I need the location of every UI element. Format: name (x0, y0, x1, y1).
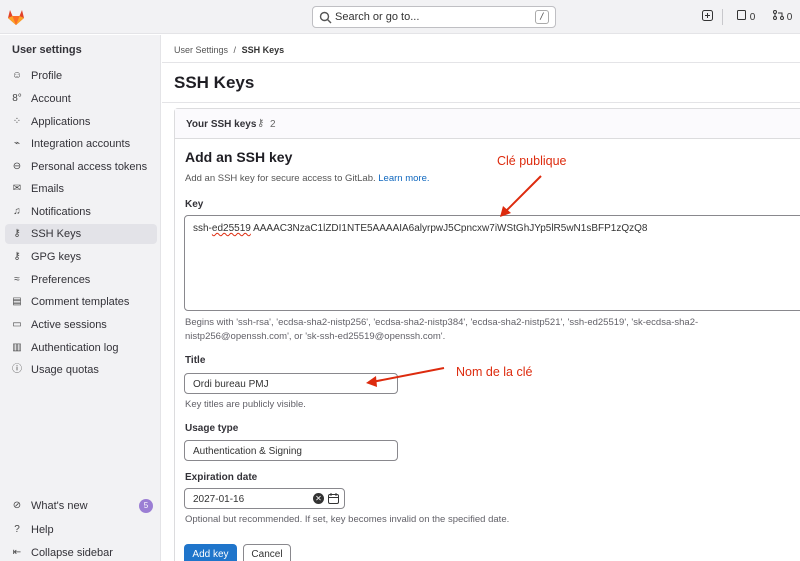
merge-requests-count: 0 (786, 12, 793, 23)
title-help-text: Key titles are publicly visible. (185, 399, 306, 410)
applications-icon: ⁘ (12, 116, 22, 127)
help-icon: ? (14, 524, 20, 535)
expiration-date-label: Expiration date (185, 472, 258, 483)
plus-square-icon (702, 10, 713, 21)
ssh-keys-count: 2 (270, 119, 276, 130)
collapse-icon: ⇤ (12, 547, 22, 558)
comment-icon: ▤ (12, 296, 22, 307)
add-ssh-key-heading: Add an SSH key (185, 149, 293, 165)
sidebar-item-usage-quotas[interactable]: ⓘ Usage quotas (5, 360, 157, 380)
sidebar-item-comment-templates[interactable]: ▤ Comment templates (5, 292, 157, 312)
sidebar-item-active-sessions[interactable]: ▭ Active sessions (5, 315, 157, 335)
monitor-icon: ▭ (12, 319, 22, 330)
annotation-key-name: Nom de la clé (456, 365, 533, 379)
key-icon: ⚷ (13, 251, 21, 262)
info-icon: ⓘ (12, 364, 22, 375)
token-icon: ⊖ (12, 161, 22, 172)
search-placeholder: Search or go to... (335, 11, 420, 23)
account-icon: 8° (12, 93, 22, 104)
search-icon (319, 11, 332, 24)
bell-icon: ♫ (13, 206, 21, 217)
key-value: ssh-ed25519 AAAAC3NzaC1lZDI1NTE5AAAAIA6a… (193, 223, 648, 234)
sidebar-help[interactable]: ? Help (5, 520, 157, 540)
key-icon: ⚷ (13, 228, 21, 239)
breadcrumb-current[interactable]: SSH Keys (242, 45, 285, 55)
calendar-icon[interactable] (328, 493, 339, 504)
integration-icon: ⌁ (13, 138, 21, 149)
new-item-button[interactable] (702, 10, 713, 24)
sidebar-item-profile[interactable]: ☺ Profile (5, 66, 157, 86)
breadcrumb-separator: / (233, 45, 237, 55)
sidebar-item-gpg-keys[interactable]: ⚷ GPG keys (5, 247, 157, 267)
usage-type-label: Usage type (185, 423, 239, 434)
sidebar-title: User settings (12, 44, 82, 56)
breadcrumb: User Settings / SSH Keys (174, 45, 284, 55)
add-ssh-key-description: Add an SSH key for secure access to GitL… (185, 173, 430, 184)
log-icon: ▥ (12, 342, 22, 353)
topbar-divider (722, 9, 723, 25)
whats-new-badge: 5 (139, 499, 153, 513)
page-title: SSH Keys (174, 73, 255, 92)
sidebar-whats-new[interactable]: ⊘ What's new 5 (5, 496, 157, 516)
key-label: Key (185, 199, 204, 210)
expiration-help-text: Optional but recommended. If set, key be… (185, 514, 510, 525)
sidebar-item-ssh-keys[interactable]: ⚷ SSH Keys (5, 224, 157, 244)
add-key-button[interactable]: Add key (184, 544, 237, 561)
sidebar-item-authentication-log[interactable]: ▥ Authentication log (5, 338, 157, 358)
title-label: Title (185, 355, 206, 366)
top-bar: Search or go to... / 0 0 (0, 0, 800, 34)
compass-icon: ⊘ (12, 500, 22, 511)
usage-type-value: Authentication & Signing (193, 446, 302, 457)
sidebar-item-applications[interactable]: ⁘ Applications (5, 112, 157, 132)
sidebar-item-preferences[interactable]: ≈ Preferences (5, 270, 157, 290)
issues-icon (737, 10, 746, 20)
merge-request-icon (773, 10, 784, 20)
annotation-public-key: Clé publique (497, 154, 567, 168)
merge-requests-button[interactable]: 0 (773, 10, 792, 23)
breadcrumb-parent-link[interactable]: User Settings (174, 45, 228, 55)
sidebar-item-personal-access-tokens[interactable]: ⊖ Personal access tokens (5, 157, 157, 177)
gitlab-logo-icon[interactable] (6, 7, 26, 27)
key-icon: ⚷ (257, 118, 265, 129)
expiration-date-value: 2027-01-16 (193, 494, 245, 505)
expiration-date-input[interactable]: 2027-01-16 ✕ (184, 488, 345, 509)
search-input[interactable]: Search or go to... / (312, 6, 556, 28)
profile-icon: ☺ (11, 70, 23, 81)
email-icon: ✉ (12, 183, 22, 194)
key-help-text: Begins with 'ssh-rsa', 'ecdsa-sha2-nistp… (185, 317, 699, 342)
search-shortcut-key: / (535, 10, 549, 24)
card-header: Your SSH keys ⚷ 2 (175, 109, 800, 139)
sidebar-item-account[interactable]: 8° Account (5, 89, 157, 109)
sidebar-item-integration-accounts[interactable]: ⌁ Integration accounts (5, 134, 157, 154)
cancel-button[interactable]: Cancel (243, 544, 291, 561)
issues-count: 0 (749, 12, 756, 23)
usage-type-select[interactable]: Authentication & Signing (184, 440, 398, 461)
breadcrumb-divider (162, 62, 800, 63)
sidebar-collapse[interactable]: ⇤ Collapse sidebar (5, 543, 157, 561)
title-value: Ordi bureau PMJ (193, 379, 269, 390)
sidebar-item-emails[interactable]: ✉ Emails (5, 179, 157, 199)
key-textarea[interactable]: ssh-ed25519 AAAAC3NzaC1lZDI1NTE5AAAAIA6a… (184, 215, 800, 311)
sidebar-item-notifications[interactable]: ♫ Notifications (5, 202, 157, 222)
clear-date-icon[interactable]: ✕ (313, 493, 324, 504)
issues-button[interactable]: 0 (737, 10, 755, 23)
title-divider (162, 102, 800, 103)
sidebar: User settings ☺ Profile 8° Account ⁘ Applic… (0, 35, 161, 561)
learn-more-link[interactable]: Learn more. (378, 173, 429, 184)
preferences-icon: ≈ (14, 274, 20, 285)
your-ssh-keys-label: Your SSH keys (186, 119, 257, 130)
title-input[interactable]: Ordi bureau PMJ (184, 373, 398, 394)
